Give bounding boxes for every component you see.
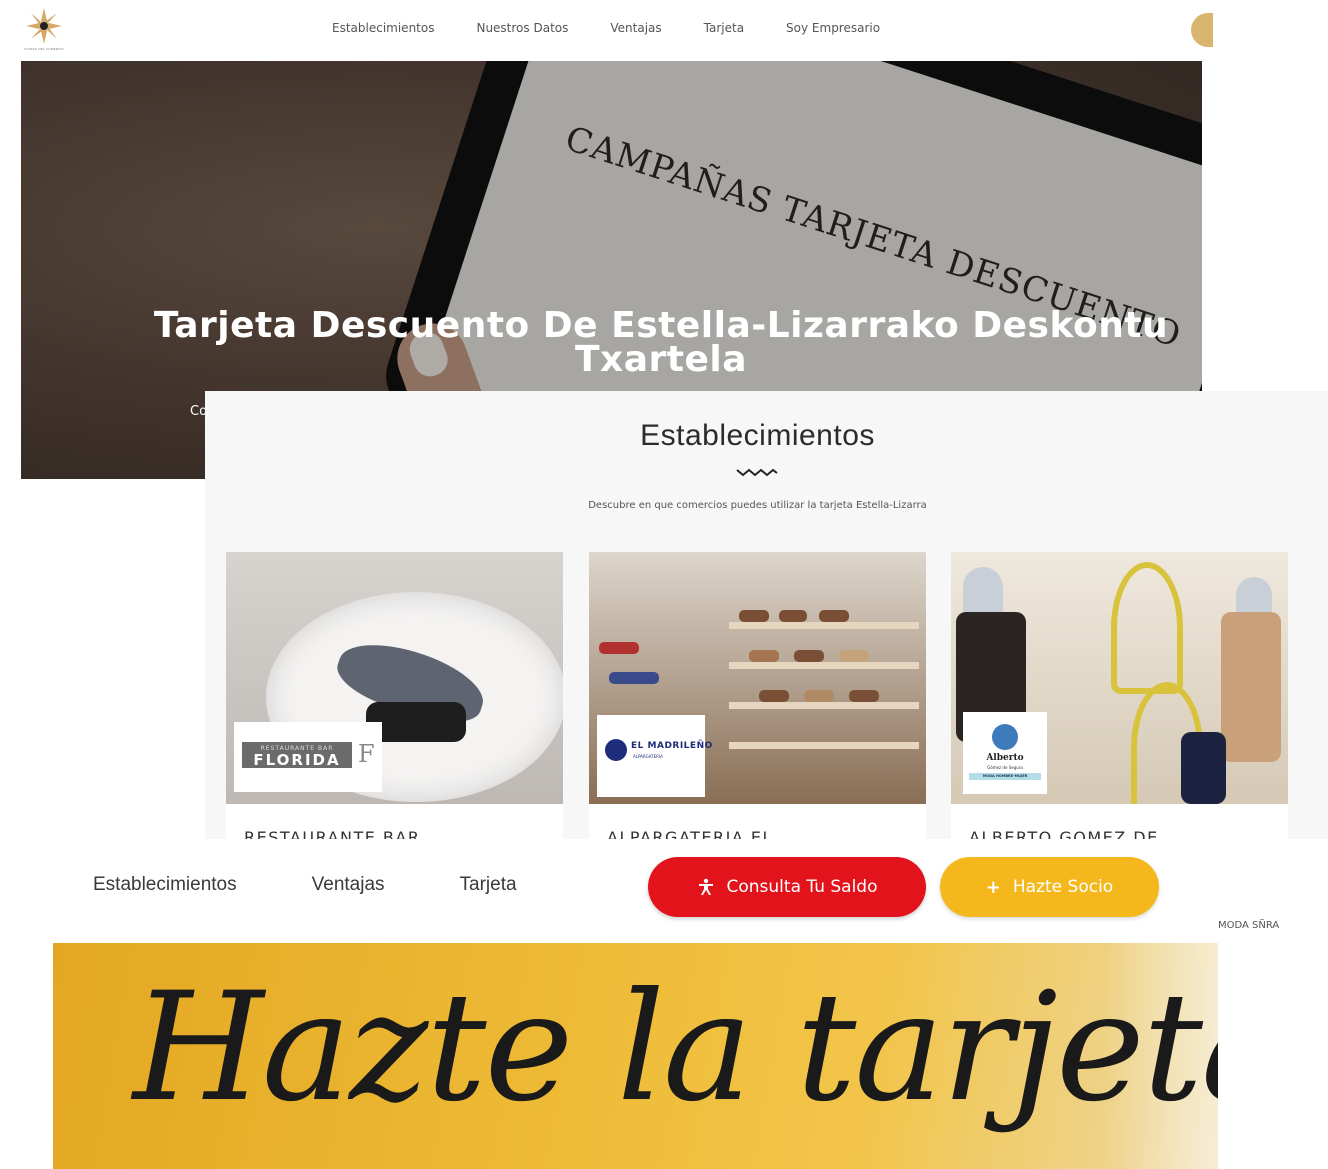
logo-caption: CIUDAD DEL COMERCIO <box>24 47 64 51</box>
top-nav-tarjeta[interactable]: Tarjeta <box>704 21 744 35</box>
nav-establecimientos[interactable]: Establecimientos <box>93 874 237 896</box>
sticky-nav: Establecimientos Ventajas Tarjeta <box>93 874 592 896</box>
site-logo[interactable]: CIUDAD DEL COMERCIO <box>20 8 68 54</box>
card-image: RESTAURANTE BAR FLORIDA F <box>226 552 563 804</box>
top-nav-soy-empresario[interactable]: Soy Empresario <box>786 21 880 35</box>
card-image: Alberto Gómez de Segura MODA HOMBRE-MUJE… <box>951 552 1288 804</box>
card-name[interactable]: ALBERTO GOMEZ DE <box>969 828 1159 839</box>
hazte-tarjeta-banner[interactable]: Hazte la tarjeta <box>53 943 1218 1169</box>
top-nav-nuestros-datos[interactable]: Nuestros Datos <box>476 21 568 35</box>
person-icon <box>698 878 713 895</box>
consulta-saldo-button[interactable]: Consulta Tu Saldo <box>648 857 926 917</box>
overflow-card-label: MODA SÑRA <box>1218 920 1280 931</box>
florida-logo: RESTAURANTE BAR FLORIDA F <box>234 722 382 792</box>
top-nav-establecimientos[interactable]: Establecimientos <box>332 21 434 35</box>
section-subtitle: Descubre en que comercios puedes utiliza… <box>588 500 927 511</box>
top-nav-ventajas[interactable]: Ventajas <box>610 21 661 35</box>
nav-tarjeta[interactable]: Tarjeta <box>460 874 517 896</box>
hazte-socio-button[interactable]: + Hazte Socio <box>940 857 1159 917</box>
top-header: CIUDAD DEL COMERCIO Establecimientos Nue… <box>0 0 1213 61</box>
socio-button-label: Hazte Socio <box>1012 877 1114 897</box>
card-image: EL MADRILEÑO ALPARGATERIA <box>589 552 926 804</box>
section-title: Establecimientos <box>640 419 875 452</box>
wave-divider-icon <box>736 468 778 477</box>
saldo-button-label: Consulta Tu Saldo <box>726 877 878 897</box>
nav-ventajas[interactable]: Ventajas <box>312 874 385 896</box>
sun-logo-icon <box>26 8 62 44</box>
card-name[interactable]: ALPARGATERIA EL <box>607 828 773 839</box>
establishment-card-alpargateria[interactable]: EL MADRILEÑO ALPARGATERIA ALPARGATERIA E… <box>589 552 926 839</box>
establecimientos-section: Establecimientos Descubre en que comerci… <box>205 391 1328 839</box>
user-avatar[interactable] <box>1191 13 1213 47</box>
card-name[interactable]: RESTAURANTE BAR <box>244 828 420 839</box>
alberto-logo: Alberto Gómez de Segura MODA HOMBRE-MUJE… <box>963 712 1047 794</box>
plus-icon: + <box>985 876 1001 898</box>
banner-script-text: Hazte la tarjeta <box>133 961 1218 1135</box>
hero-title-line1: Tarjeta Descuento De Estella-Lizarrako D… <box>153 305 1169 346</box>
top-nav: Establecimientos Nuestros Datos Ventajas… <box>332 21 922 35</box>
hero-title: Tarjeta Descuento De Estella-Lizarrako D… <box>121 305 1201 380</box>
el-madrileno-logo: EL MADRILEÑO ALPARGATERIA <box>597 715 712 797</box>
establishment-card-alberto[interactable]: Alberto Gómez de Segura MODA HOMBRE-MUJE… <box>951 552 1288 839</box>
sticky-nav-bar: Establecimientos Ventajas Tarjeta Consul… <box>0 840 1328 940</box>
hero-title-line2: Txartela <box>574 339 748 380</box>
establishment-card-florida[interactable]: RESTAURANTE BAR FLORIDA F RESTAURANTE BA… <box>226 552 563 839</box>
